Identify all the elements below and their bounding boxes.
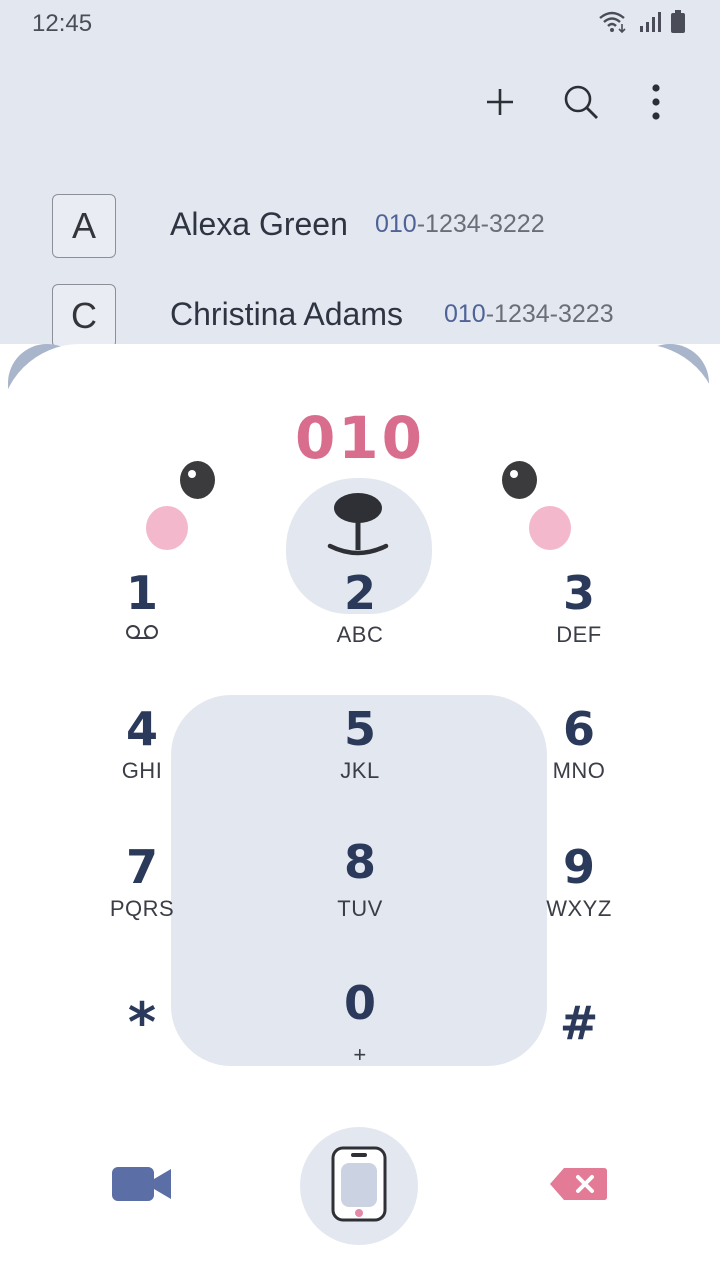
search-button[interactable] (559, 82, 603, 126)
key-4[interactable]: 4 GHI (67, 702, 217, 812)
voice-call-button[interactable] (300, 1127, 418, 1245)
backspace-icon (548, 1166, 608, 1206)
key-letters: DEF (556, 622, 602, 647)
number-rest: -1234-3222 (416, 210, 545, 238)
key-letters: JKL (340, 758, 380, 783)
status-time: 12:45 (32, 10, 93, 37)
contact-name: Christina Adams (170, 296, 403, 332)
key-digit: * (127, 991, 157, 1054)
contact-search-panel: 12:45 A Alexa Green 010-1234-3222 C Chri… (0, 0, 720, 348)
key-letters: + (353, 1042, 367, 1067)
status-icons (598, 10, 686, 38)
key-0[interactable]: 0 + (285, 976, 435, 1086)
key-digit: 7 (125, 840, 158, 894)
key-digit: # (559, 996, 599, 1050)
right-cheek-decoration (529, 506, 571, 550)
wifi-icon (598, 10, 630, 38)
key-letters: GHI (121, 758, 163, 783)
contact-number: 010-1234-3222 (375, 210, 545, 239)
number-rest: -1234-3223 (485, 300, 614, 328)
number-match: 010 (375, 210, 417, 238)
search-icon (561, 82, 601, 126)
contact-name: Alexa Green (170, 206, 348, 242)
key-digit: 8 (343, 835, 376, 889)
key-5[interactable]: 5 JKL (285, 702, 435, 812)
video-camera-icon (111, 1164, 173, 1208)
key-digit: 0 (343, 976, 376, 1030)
contact-number: 010-1234-3223 (444, 300, 614, 329)
battery-icon (670, 10, 686, 38)
left-cheek-decoration (146, 506, 188, 550)
backspace-button[interactable] (545, 1160, 611, 1212)
key-digit: 5 (343, 702, 376, 756)
key-digit: 6 (562, 702, 595, 756)
key-digit: 1 (125, 566, 158, 620)
key-letters: TUV (337, 896, 383, 921)
contact-item[interactable]: C Christina Adams 010-1234-3223 (52, 284, 692, 348)
key-star[interactable]: * (67, 996, 217, 1106)
key-9[interactable]: 9 WXYZ (504, 840, 654, 950)
key-2[interactable]: 2 ABC (285, 566, 435, 676)
key-3[interactable]: 3 DEF (504, 566, 654, 676)
key-letters: PQRS (109, 896, 175, 921)
voicemail-icon (67, 622, 217, 648)
key-hash[interactable]: # (504, 996, 654, 1106)
contact-index-letter: C (52, 284, 116, 348)
key-7[interactable]: 7 PQRS (67, 840, 217, 950)
contact-index-letter: A (52, 194, 116, 258)
key-digit: 3 (562, 566, 595, 620)
key-6[interactable]: 6 MNO (504, 702, 654, 812)
video-call-button[interactable] (104, 1156, 180, 1216)
more-vertical-icon (650, 84, 662, 124)
dialed-number-display[interactable]: 010 (0, 404, 720, 472)
more-options-button[interactable] (634, 82, 678, 126)
key-1[interactable]: 1 (67, 566, 217, 676)
signal-icon (638, 10, 662, 38)
phone-icon (330, 1145, 388, 1227)
key-digit: 2 (343, 566, 376, 620)
key-digit: 9 (562, 840, 595, 894)
key-8[interactable]: 8 TUV (285, 830, 435, 940)
nose-icon (286, 478, 432, 572)
key-letters: WXYZ (546, 896, 612, 921)
key-digit: 4 (125, 702, 158, 756)
number-match: 010 (444, 300, 486, 328)
key-letters: MNO (552, 758, 606, 783)
contact-item[interactable]: A Alexa Green 010-1234-3222 (52, 194, 692, 258)
key-letters: ABC (336, 622, 384, 647)
plus-icon (484, 86, 516, 122)
add-contact-button[interactable] (478, 82, 522, 126)
